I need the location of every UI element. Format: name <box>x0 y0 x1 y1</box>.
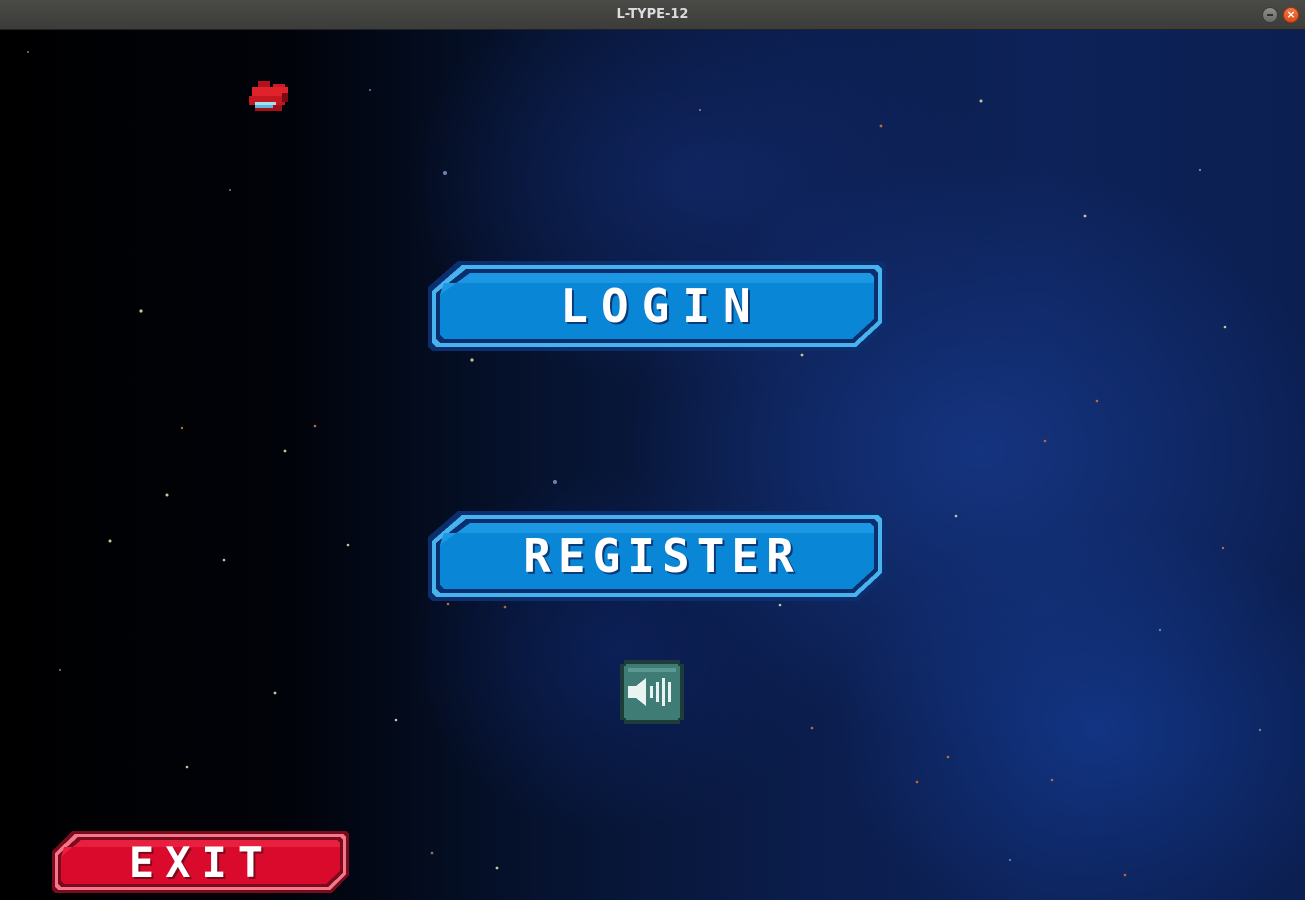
login-button-label: LOGIN <box>560 279 764 333</box>
starfield <box>27 51 1262 877</box>
window-title: L-TYPE-12 <box>616 7 689 22</box>
exit-button[interactable]: EXIT <box>50 829 351 895</box>
exit-button-label: EXIT <box>128 837 275 887</box>
register-button[interactable]: REGISTER <box>426 509 888 603</box>
sound-toggle-button[interactable] <box>620 660 684 724</box>
title-bar[interactable]: L-TYPE-12 × <box>0 0 1305 30</box>
register-button-label: REGISTER <box>523 529 801 583</box>
game-window: L-TYPE-12 × LOGIN REGISTER EXIT <box>0 0 1305 900</box>
speaker-on-icon <box>620 660 684 724</box>
minimize-icon[interactable] <box>1262 7 1278 23</box>
login-button[interactable]: LOGIN <box>426 259 888 353</box>
close-icon[interactable]: × <box>1283 7 1299 23</box>
player-ship-sprite <box>246 78 294 126</box>
space-background: LOGIN REGISTER EXIT <box>0 30 1305 900</box>
